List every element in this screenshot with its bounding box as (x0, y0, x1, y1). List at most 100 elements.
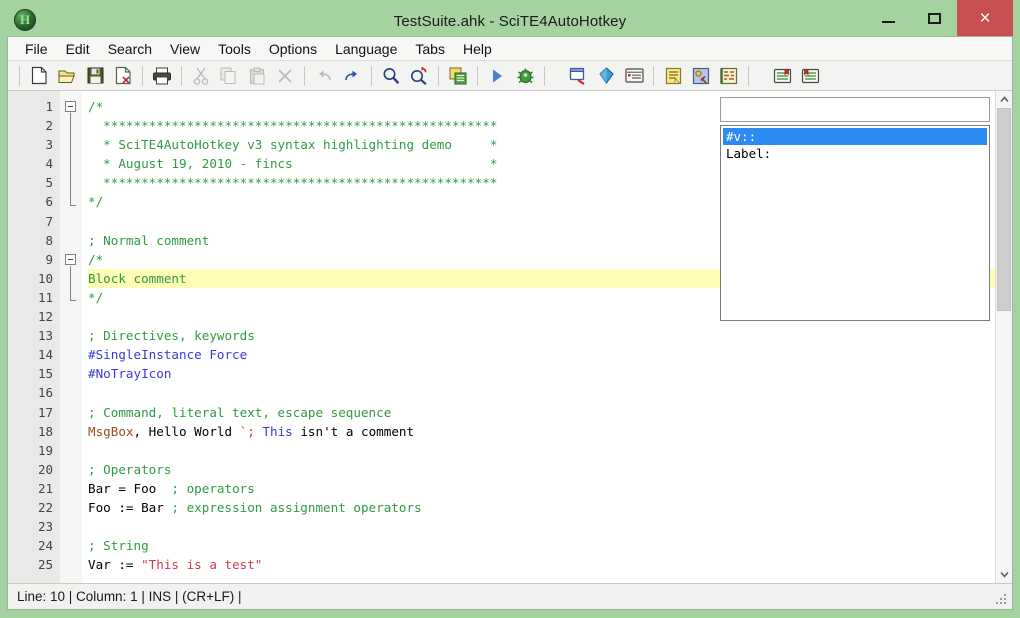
open-file-button[interactable] (53, 63, 81, 89)
close-file-icon (115, 66, 132, 85)
snippets-button[interactable] (715, 63, 743, 89)
code-token: #SingleInstance Force (88, 347, 247, 362)
toolbar-separator (653, 66, 654, 86)
menu-edit[interactable]: Edit (57, 38, 99, 60)
undo-button[interactable] (310, 63, 338, 89)
autocomplete-list[interactable]: #v::Label: (720, 125, 990, 321)
toggle-output-button[interactable] (620, 63, 648, 89)
user-tools-button[interactable] (687, 63, 715, 89)
scroll-down-button[interactable] (996, 566, 1012, 583)
application-window: TestSuite.ahk - SciTE4AutoHotkey × File … (0, 0, 1020, 618)
code-line[interactable]: ; Command, literal text, escape sequence (88, 403, 995, 422)
redo-button[interactable] (338, 63, 366, 89)
close-file-button[interactable] (109, 63, 137, 89)
line-number: 20 (8, 460, 53, 479)
copy-button[interactable] (215, 63, 243, 89)
toolbar-separator (544, 66, 545, 86)
menu-file[interactable]: File (16, 38, 57, 60)
code-line[interactable]: #SingleInstance Force (88, 345, 995, 364)
code-line[interactable]: Var := "This is a test" (88, 555, 995, 574)
fold-toggle-icon[interactable] (65, 101, 76, 112)
menu-help[interactable]: Help (454, 38, 501, 60)
cut-icon (193, 67, 209, 85)
menu-options[interactable]: Options (260, 38, 326, 60)
resize-grip[interactable] (996, 594, 1008, 606)
save-file-button[interactable] (81, 63, 109, 89)
redo-icon (343, 69, 361, 83)
code-token: ; operators (164, 481, 255, 496)
code-line[interactable]: Bar = Foo ; operators (88, 479, 995, 498)
new-file-button[interactable] (25, 63, 53, 89)
menu-tabs[interactable]: Tabs (406, 38, 454, 60)
code-token: ; Command, literal text, escape sequence (88, 405, 391, 420)
status-text: Line: 10 | Column: 1 | INS | (CR+LF) | (17, 589, 241, 604)
line-number: 10 (8, 269, 53, 288)
note-pad-button[interactable] (659, 63, 687, 89)
code-line[interactable]: ; Operators (88, 460, 995, 479)
autocomplete-input[interactable] (720, 97, 990, 122)
debug-script-button[interactable] (511, 63, 539, 89)
code-token: Block comment (88, 271, 187, 286)
code-line[interactable]: #NoTrayIcon (88, 364, 995, 383)
menu-tools[interactable]: Tools (209, 38, 260, 60)
editor-area[interactable]: 1234567891011121314151617181920212223242… (8, 91, 1012, 584)
ahk-help-icon (598, 67, 615, 84)
snippets-icon (720, 67, 738, 85)
code-line[interactable]: Foo := Bar ; expression assignment opera… (88, 498, 995, 517)
print-button[interactable] (148, 63, 176, 89)
scroll-up-button[interactable] (996, 91, 1012, 108)
line-number: 21 (8, 479, 53, 498)
close-icon: × (979, 9, 990, 28)
toolbar-separator (438, 66, 439, 86)
title-bar[interactable]: TestSuite.ahk - SciTE4AutoHotkey × (7, 6, 1013, 36)
autocomplete-item[interactable]: #v:: (723, 128, 987, 145)
code-line[interactable] (88, 383, 995, 402)
open-file-icon (58, 67, 77, 84)
autocomplete-item[interactable]: Label: (723, 145, 987, 162)
menu-search[interactable]: Search (99, 38, 161, 60)
line-number: 2 (8, 116, 53, 135)
line-number: 12 (8, 307, 53, 326)
window-spy-button[interactable] (564, 63, 592, 89)
code-line[interactable]: ; String (88, 536, 995, 555)
autocomplete-popup[interactable]: #v::Label: (720, 97, 990, 321)
code-token: /* (88, 252, 103, 267)
maximize-button[interactable] (911, 0, 957, 36)
code-token: */ (88, 290, 103, 305)
run-script-button[interactable] (483, 63, 511, 89)
code-line[interactable] (88, 517, 995, 536)
fold-end-marker (70, 205, 76, 206)
scrollbar-thumb[interactable] (997, 108, 1011, 311)
code-token: Var := (88, 557, 141, 572)
menu-language[interactable]: Language (326, 38, 406, 60)
compile-script-button[interactable] (444, 63, 472, 89)
scrollbar-track[interactable] (996, 108, 1012, 566)
delete-button[interactable] (271, 63, 299, 89)
ahk-help-button[interactable] (592, 63, 620, 89)
fold-toggle-icon[interactable] (65, 254, 76, 265)
bookmark-next-icon (801, 68, 820, 84)
code-line[interactable]: MsgBox, Hello World `; This isn't a comm… (88, 422, 995, 441)
code-line[interactable] (88, 441, 995, 460)
chevron-up-icon (1000, 96, 1009, 103)
editor-vertical-scrollbar[interactable] (995, 91, 1012, 583)
bookmark-prev-button[interactable] (768, 63, 796, 89)
menu-view[interactable]: View (161, 38, 209, 60)
close-button[interactable]: × (957, 0, 1013, 36)
menu-bar: File Edit Search View Tools Options Lang… (8, 37, 1012, 61)
minimize-button[interactable] (865, 0, 911, 36)
fold-margin[interactable] (60, 91, 82, 583)
line-number: 17 (8, 403, 53, 422)
code-line[interactable]: ; Directives, keywords (88, 326, 995, 345)
window-title: TestSuite.ahk - SciTE4AutoHotkey (7, 13, 1013, 30)
paste-button[interactable] (243, 63, 271, 89)
fold-end-marker (70, 300, 76, 301)
line-number: 1 (8, 97, 53, 116)
find-replace-button[interactable] (405, 63, 433, 89)
cut-button[interactable] (187, 63, 215, 89)
bookmark-next-button[interactable] (796, 63, 824, 89)
toolbar-separator (19, 66, 20, 86)
toolbar-separator (142, 66, 143, 86)
find-button[interactable] (377, 63, 405, 89)
line-number: 16 (8, 383, 53, 402)
